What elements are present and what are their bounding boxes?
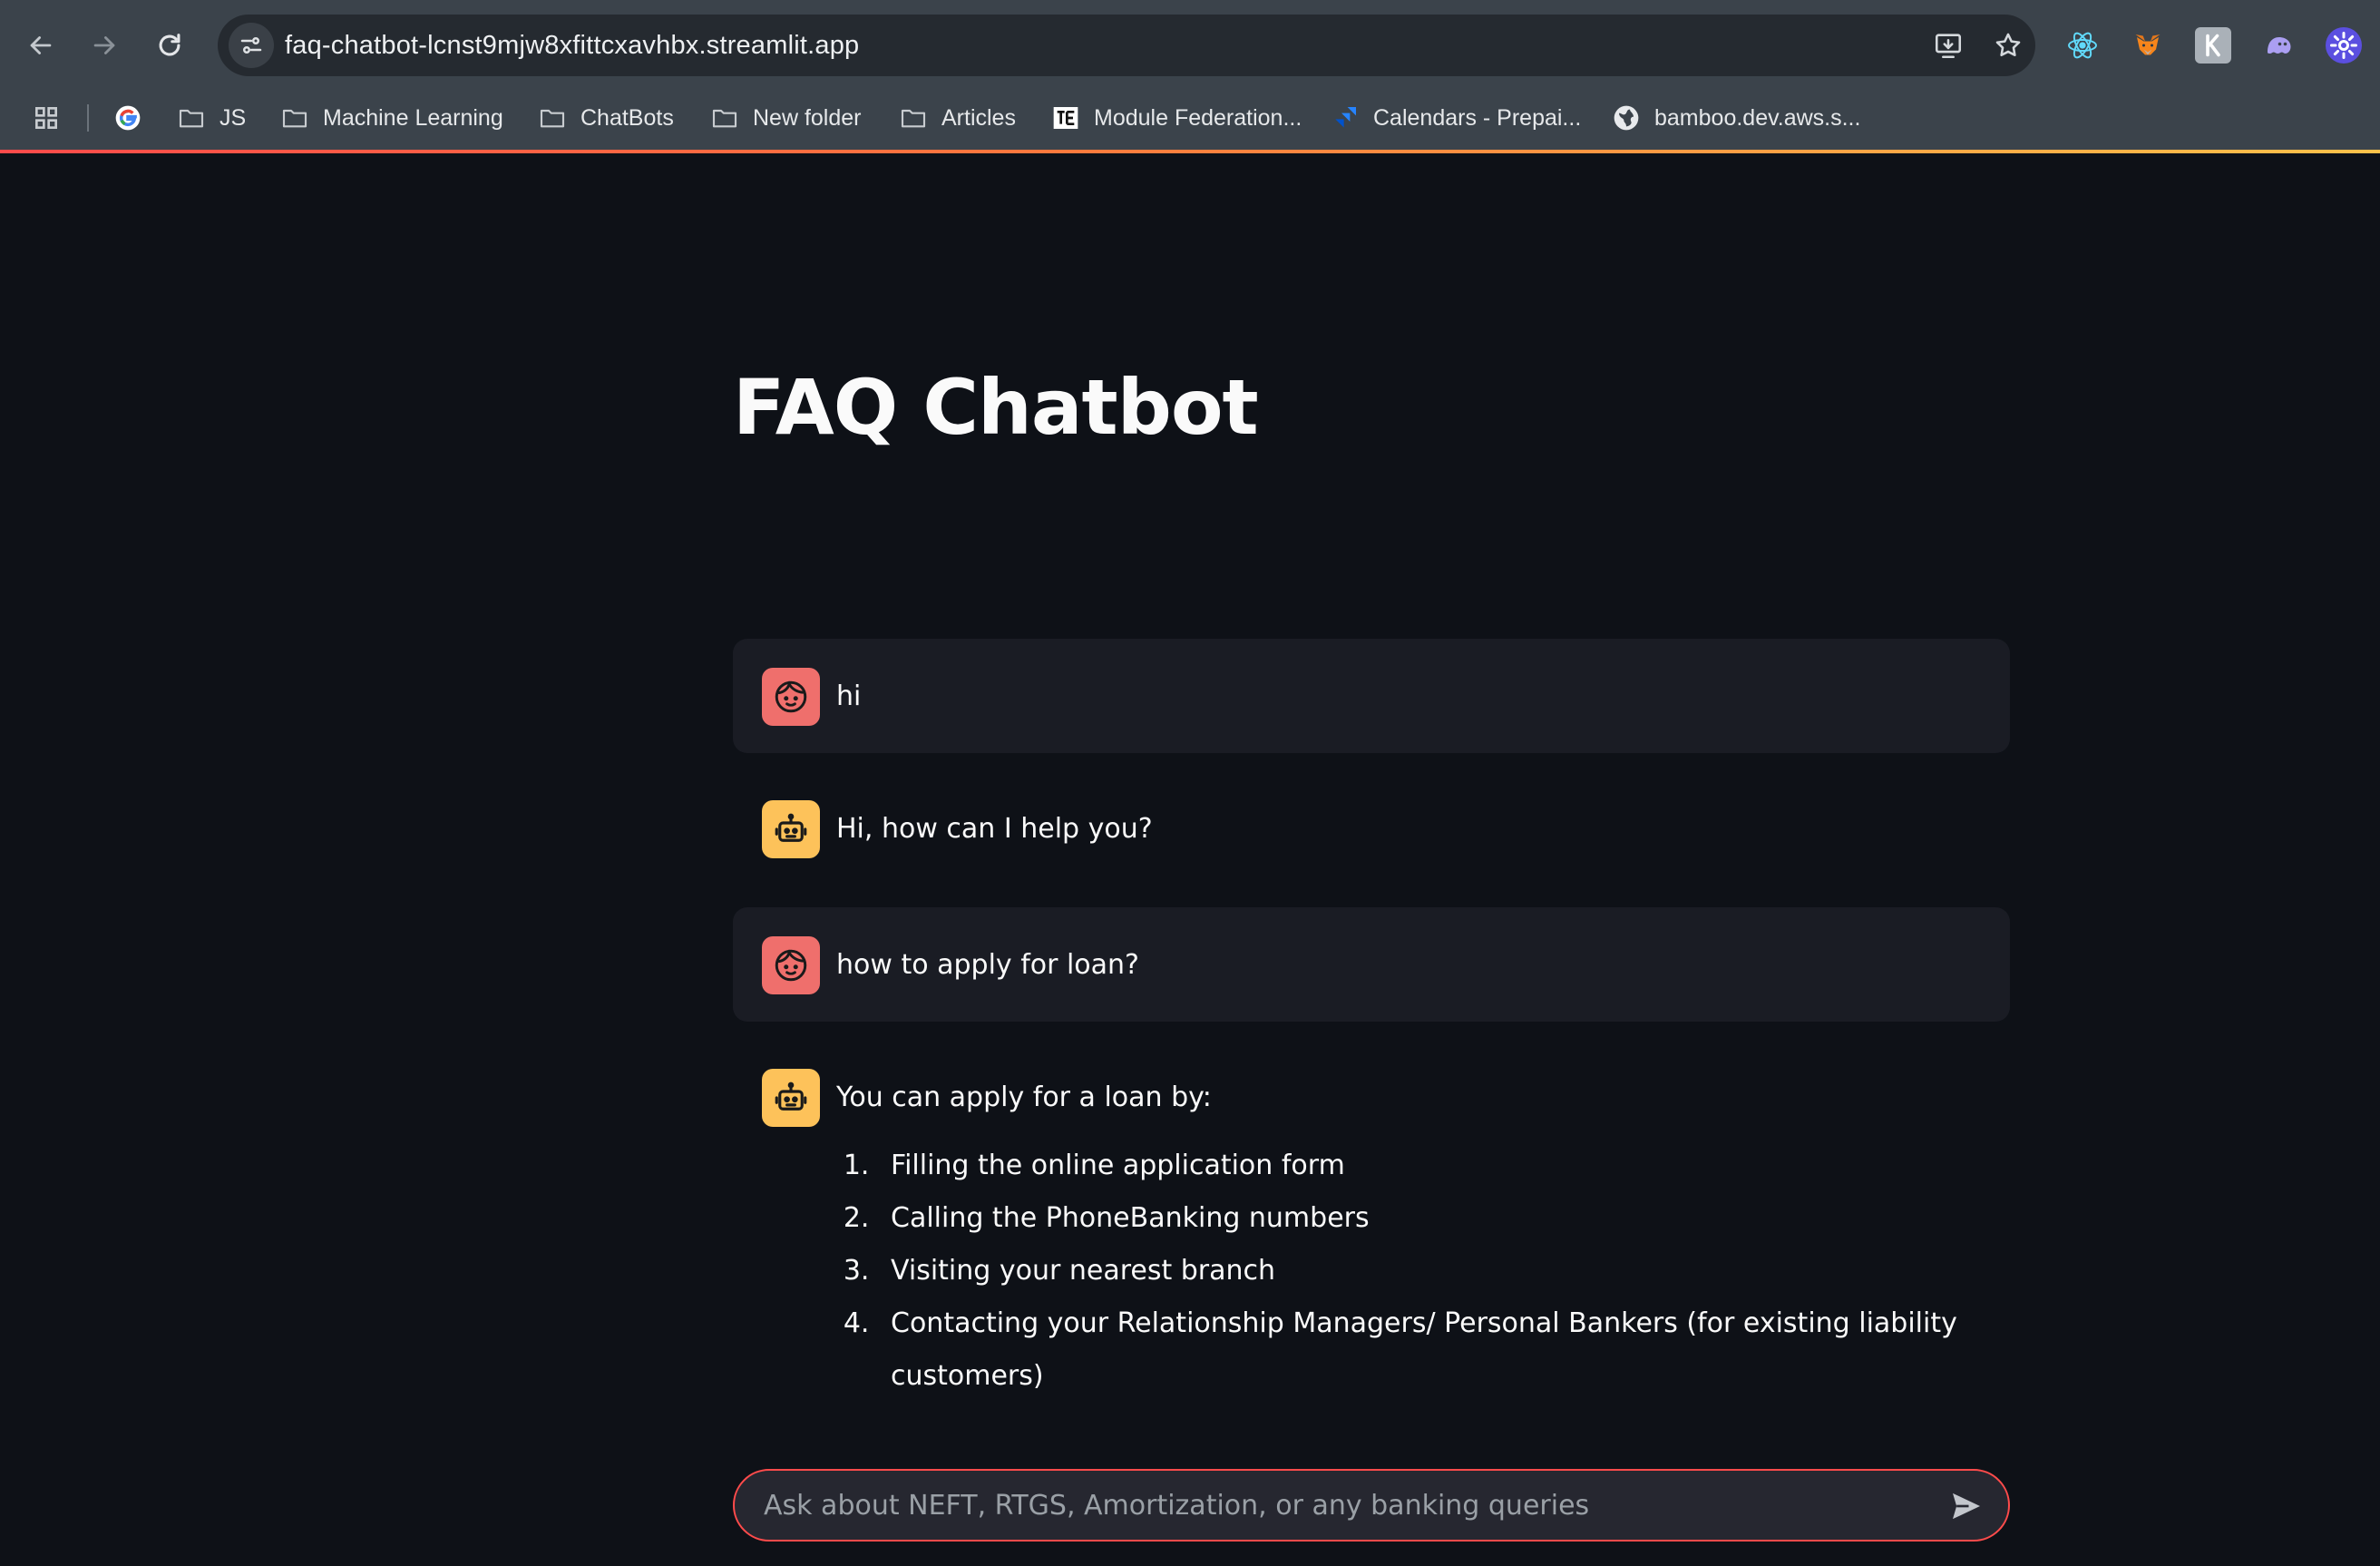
page-title: FAQ Chatbot	[733, 363, 1259, 452]
bookmark-label: JS	[219, 104, 247, 131]
chat-messages: hi Hi, how can I help you? how to apply …	[733, 639, 2010, 1459]
folder-icon	[898, 103, 929, 133]
chat-input[interactable]	[762, 1471, 1905, 1540]
list-item: Filling the online application form	[878, 1140, 1981, 1192]
list-item: Calling the PhoneBanking numbers	[878, 1192, 1981, 1245]
message-text: hi	[836, 680, 862, 712]
metamask-fox-icon[interactable]	[2130, 27, 2166, 64]
google-icon	[112, 103, 143, 133]
bookmark-calendars[interactable]: Calendars - Prepai...	[1330, 100, 1581, 136]
robot-icon	[762, 800, 820, 858]
chat-message-user: hi	[733, 639, 2010, 753]
bookmark-chatbots[interactable]: ChatBots	[537, 100, 674, 136]
message-text: how to apply for loan?	[836, 949, 1139, 981]
folder-icon	[537, 103, 568, 133]
list-item: Visiting your nearest branch	[878, 1245, 1981, 1297]
jira-icon	[1330, 103, 1361, 133]
ghost-extension-icon[interactable]	[2260, 27, 2297, 64]
install-app-icon[interactable]	[1930, 27, 1966, 64]
bookmark-js[interactable]: JS	[176, 100, 246, 136]
bookmarks-separator	[87, 104, 89, 132]
folder-icon	[279, 103, 310, 133]
site-info-icon[interactable]	[229, 23, 274, 68]
message-content: You can apply for a loan by: Filling the…	[836, 1069, 1981, 1403]
bookmark-bamboo[interactable]: bamboo.dev.aws.s...	[1611, 100, 1860, 136]
user-face-icon	[762, 936, 820, 994]
bookmark-new-folder[interactable]: New folder	[709, 100, 862, 136]
url-text[interactable]: faq-chatbot-lcnst9mjw8xfittcxavhbx.strea…	[285, 15, 859, 76]
bookmark-machine-learning[interactable]: Machine Learning	[279, 100, 503, 136]
forward-arrow-icon[interactable]	[82, 23, 127, 68]
bookmark-label: Articles	[941, 104, 1016, 131]
send-icon[interactable]	[1946, 1486, 1986, 1526]
bookmark-articles[interactable]: Articles	[898, 100, 1016, 136]
react-devtools-icon[interactable]	[2064, 27, 2101, 64]
robot-icon	[762, 1069, 820, 1127]
globe-icon	[1611, 103, 1642, 133]
browser-chrome: faq-chatbot-lcnst9mjw8xfittcxavhbx.strea…	[0, 0, 2380, 152]
chat-message-assistant: Hi, how can I help you?	[733, 782, 2010, 878]
bookmark-module-federation[interactable]: Module Federation...	[1050, 100, 1302, 136]
answer-steps-list: Filling the online application form Call…	[836, 1140, 1981, 1403]
apps-grid-icon-glyph	[31, 103, 62, 133]
back-arrow-icon[interactable]	[18, 23, 63, 68]
folder-icon	[176, 103, 207, 133]
list-item: Contacting your Relationship Managers/ P…	[878, 1297, 1981, 1403]
reload-icon[interactable]	[147, 23, 192, 68]
bookmark-label: Calendars - Prepai...	[1373, 104, 1582, 131]
bookmark-label: New folder	[753, 104, 862, 131]
chat-input-container	[733, 1469, 2010, 1542]
chat-message-assistant: You can apply for a loan by: Filling the…	[733, 1051, 2010, 1430]
message-text: Hi, how can I help you?	[836, 813, 1153, 845]
k-extension-icon[interactable]	[2195, 27, 2231, 64]
bookmark-label: ChatBots	[580, 104, 674, 131]
message-text: You can apply for a loan by:	[836, 1082, 1212, 1113]
bookmark-label: bamboo.dev.aws.s...	[1654, 104, 1861, 131]
chat-message-user: how to apply for loan?	[733, 907, 2010, 1022]
folder-icon	[709, 103, 740, 133]
bookmark-label: Module Federation...	[1094, 104, 1302, 131]
streamlit-app: FAQ Chatbot hi Hi, how can I help you? h…	[0, 153, 2380, 1566]
apps-grid-icon[interactable]	[31, 100, 62, 136]
user-face-icon	[762, 668, 820, 726]
google-bookmark[interactable]	[112, 100, 143, 136]
bookmark-star-icon[interactable]	[1990, 27, 2026, 64]
gear-extension-icon[interactable]	[2326, 27, 2362, 64]
bookmark-label: Machine Learning	[323, 104, 503, 131]
te-favicon-icon	[1050, 103, 1081, 133]
browser-toolbar: faq-chatbot-lcnst9mjw8xfittcxavhbx.strea…	[0, 0, 2380, 91]
address-bar[interactable]: faq-chatbot-lcnst9mjw8xfittcxavhbx.strea…	[218, 15, 2035, 76]
